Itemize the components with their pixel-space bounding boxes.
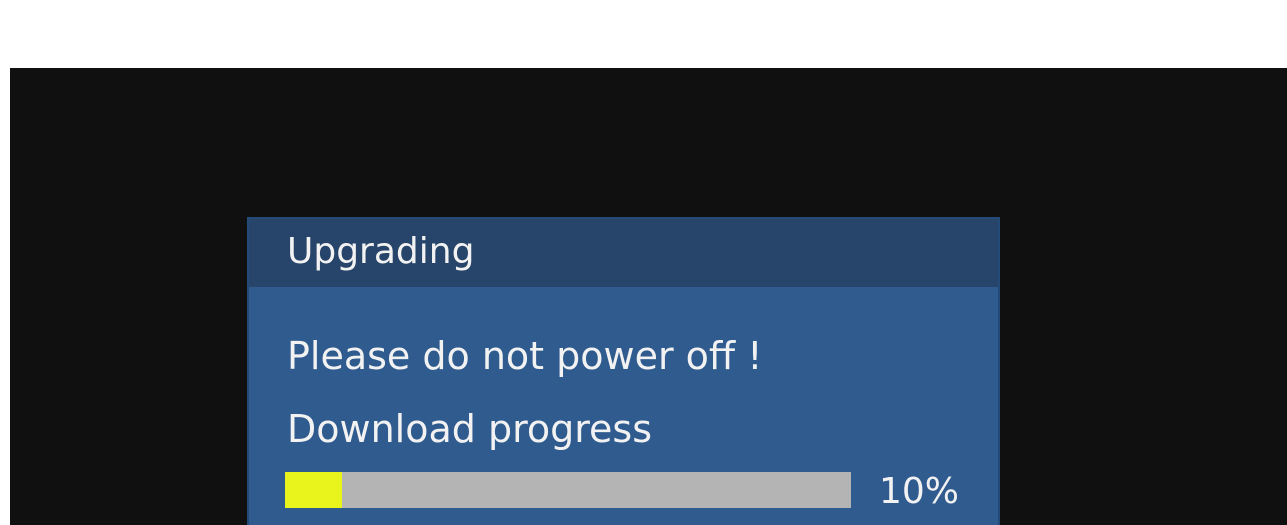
- download-progress-percent: 10%: [879, 471, 960, 512]
- power-warning-text: Please do not power off !: [287, 334, 763, 378]
- tv-screen: Upgrading Please do not power off ! Down…: [10, 68, 1287, 525]
- dialog-header: Upgrading: [249, 219, 998, 287]
- download-progress-fill: [285, 472, 342, 508]
- dialog-title: Upgrading: [287, 231, 475, 272]
- download-progress-bar: [285, 472, 851, 508]
- download-progress-label: Download progress: [287, 407, 653, 451]
- upgrade-dialog: Upgrading Please do not power off ! Down…: [247, 217, 1000, 525]
